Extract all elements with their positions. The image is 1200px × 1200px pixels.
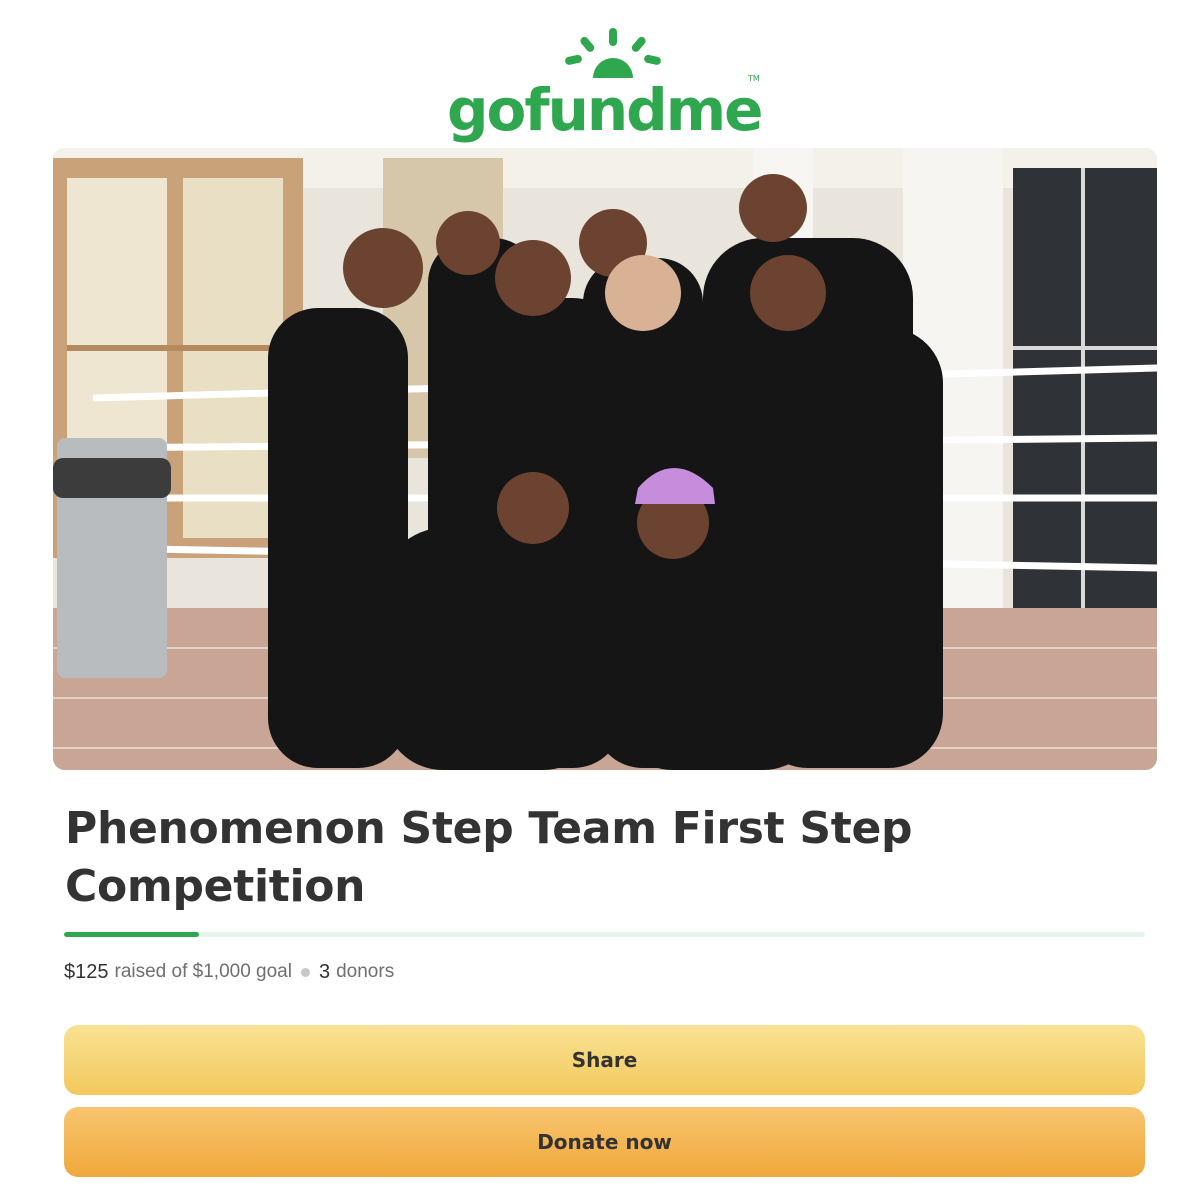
funding-progress-fill — [64, 932, 200, 937]
raised-goal-text: raised of $1,000 goal — [114, 961, 292, 982]
campaign-title: Phenomenon Step Team First Step Competit… — [65, 803, 913, 912]
gofundme-logo[interactable]: gofundme TM — [445, 26, 765, 142]
campaign-photo — [53, 148, 1157, 770]
share-button[interactable]: Share — [64, 1025, 1145, 1095]
funding-progress-bar — [64, 932, 1145, 937]
raised-amount: $125 — [64, 960, 109, 983]
donate-button-label: Donate now — [537, 1130, 672, 1154]
donor-count: 3 — [318, 960, 331, 983]
sun-logo-icon — [565, 28, 661, 78]
team-photo-illustration — [53, 148, 1157, 770]
logo-wordmark: gofundme — [447, 76, 763, 144]
donors-label: donors — [336, 961, 395, 982]
funding-stats: $125 raised of $1,000 goal 3 donors — [64, 958, 394, 986]
donate-now-button[interactable]: Donate now — [64, 1107, 1145, 1177]
separator-dot — [300, 967, 310, 977]
trademark-mark: TM — [748, 74, 760, 83]
share-button-label: Share — [571, 1048, 638, 1072]
